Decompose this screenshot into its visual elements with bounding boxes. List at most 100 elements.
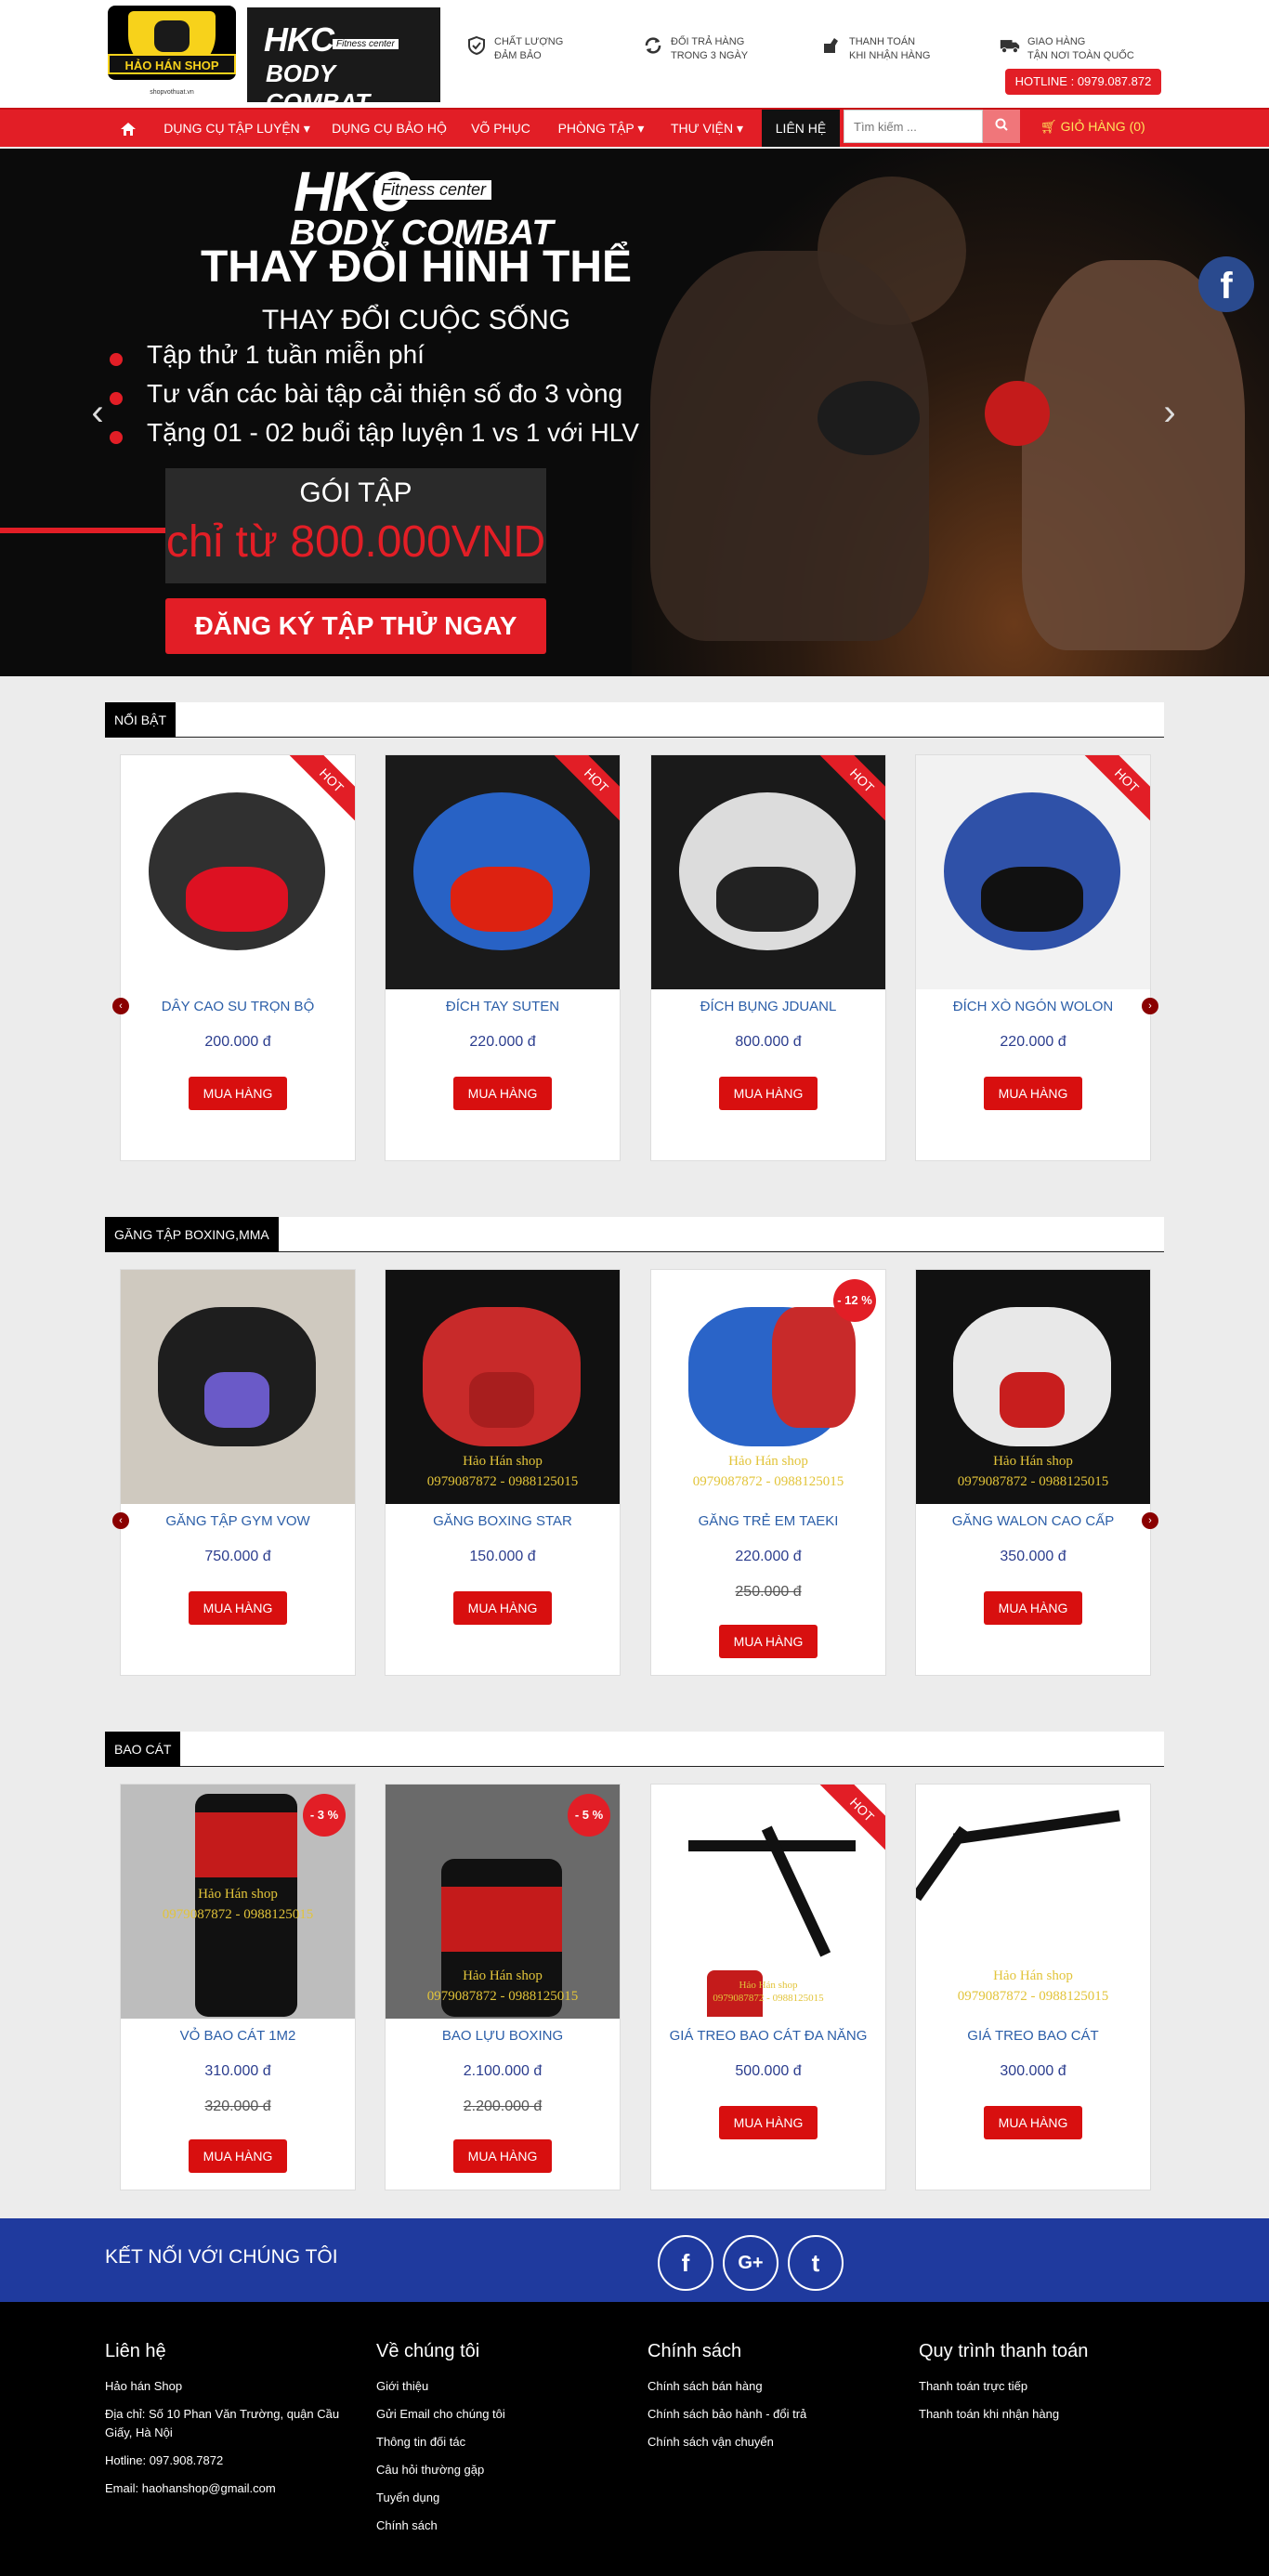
- product-card[interactable]: Hảo Hán shop 0979087872 - 0988125015 GIÁ T…: [915, 1784, 1151, 2190]
- footer-link[interactable]: Thanh toán trực tiếp: [919, 2377, 1179, 2396]
- footer-link[interactable]: Giới thiệu: [376, 2377, 636, 2396]
- search-button[interactable]: [983, 110, 1020, 143]
- product-card[interactable]: Hảo Hán shop 0979087872 - 0988125015 GĂNG …: [385, 1269, 621, 1676]
- hkc-logo[interactable]: HKC Fitness center BODY COMBAT: [247, 7, 440, 116]
- product-name[interactable]: ĐÍCH TAY SUTEN: [386, 999, 620, 1014]
- nav-label: VÕ PHỤC: [471, 121, 530, 136]
- product-image[interactable]: HOT: [121, 755, 355, 989]
- product-image[interactable]: HOT: [386, 755, 620, 989]
- product-price: 150.000 đ: [469, 1549, 536, 1564]
- cart-link[interactable]: 🛒︎ GIỎ HÀNG (0): [1040, 108, 1145, 145]
- buy-button[interactable]: MUA HÀNG: [453, 1591, 552, 1625]
- footer-link[interactable]: Câu hỏi thường gặp: [376, 2461, 636, 2479]
- slider-next-arrow[interactable]: ›: [1142, 1512, 1158, 1529]
- nav-dung-cu-tap-luyen[interactable]: DỤNG CỤ TẬP LUYỆN ▾: [156, 110, 318, 147]
- product-name[interactable]: GĂNG BOXING STAR: [386, 1513, 620, 1529]
- buy-button[interactable]: MUA HÀNG: [719, 1625, 818, 1658]
- search-input[interactable]: [844, 110, 983, 143]
- product-image[interactable]: Hảo Hán shop 0979087872 - 0988125015: [386, 1270, 620, 1504]
- product-image[interactable]: Hảo Hán shop 0979087872 - 0988125015 - 3 %: [121, 1785, 355, 2019]
- footer-link[interactable]: Chính sách bán hàng: [648, 2377, 908, 2396]
- product-name[interactable]: DÂY CAO SU TRỌN BỘ: [121, 999, 355, 1014]
- twitter-icon[interactable]: t: [788, 2235, 844, 2291]
- banner-price-box: GÓI TẬP chỉ từ 800.000VND: [165, 468, 546, 583]
- buy-button[interactable]: MUA HÀNG: [984, 1591, 1082, 1625]
- product-image[interactable]: Hảo Hán shop 0979087872 - 0988125015 - 5 %: [386, 1785, 620, 2019]
- footer-text: Hảo hán Shop: [105, 2379, 183, 2393]
- footer-link[interactable]: Thanh toán khi nhận hàng: [919, 2405, 1179, 2424]
- watermark-text: Hảo Hán shop: [993, 1968, 1073, 1983]
- buy-button[interactable]: MUA HÀNG: [984, 1077, 1082, 1110]
- home-icon[interactable]: [110, 110, 147, 147]
- product-price: 350.000 đ: [1000, 1549, 1066, 1564]
- product-image[interactable]: Hảo Hán shop 0979087872 - 0988125015 HOT: [651, 1785, 885, 2019]
- section-title[interactable]: BAO CÁT: [105, 1732, 181, 1767]
- product-name[interactable]: GĂNG WALON CAO CẤP: [916, 1513, 1150, 1529]
- footer-link[interactable]: Chính sách bảo hành - đổi trả: [648, 2405, 908, 2424]
- hero-banner[interactable]: HKC Fitness center BODY COMBAT THAY ĐỔI …: [0, 149, 1269, 676]
- footer-link[interactable]: Tuyển dụng: [376, 2489, 636, 2507]
- product-card[interactable]: Hảo Hán shop 0979087872 - 0988125015 - 3 %…: [120, 1784, 356, 2190]
- footer-col-title: Liên hệ: [105, 2341, 166, 2361]
- product-name[interactable]: GĂNG TẬP GYM VOW: [121, 1513, 355, 1529]
- product-name[interactable]: ĐÍCH BỤNG JDUANL: [651, 999, 885, 1014]
- product-image[interactable]: [121, 1270, 355, 1504]
- buy-button[interactable]: MUA HÀNG: [453, 1077, 552, 1110]
- product-card[interactable]: HOT ĐÍCH XÒ NGÓN WOLON 220.000 đ MUA HÀNG: [915, 754, 1151, 1161]
- product-image[interactable]: HOT: [651, 755, 885, 989]
- footer-link[interactable]: Thông tin đối tác: [376, 2433, 636, 2452]
- buy-button[interactable]: MUA HÀNG: [189, 1077, 287, 1110]
- product-card[interactable]: Hảo Hán shop 0979087872 - 0988125015 HOT GI…: [650, 1784, 886, 2190]
- product-image[interactable]: HOT: [916, 755, 1150, 989]
- product-name[interactable]: BAO LỰU BOXING: [386, 2028, 620, 2044]
- product-name[interactable]: VỎ BAO CÁT 1M2: [121, 2028, 355, 2044]
- section-title[interactable]: NỔI BẬT: [105, 702, 177, 738]
- product-card[interactable]: HOT ĐÍCH TAY SUTEN 220.000 đ MUA HÀNG: [385, 754, 621, 1161]
- product-image[interactable]: Hảo Hán shop 0979087872 - 0988125015 - 12 …: [651, 1270, 885, 1504]
- buy-button[interactable]: MUA HÀNG: [453, 2139, 552, 2173]
- logo-shop-name: HẢO HÁN SHOP: [108, 54, 236, 74]
- product-price: 220.000 đ: [469, 1034, 536, 1050]
- buy-button[interactable]: MUA HÀNG: [189, 1591, 287, 1625]
- banner-next-arrow[interactable]: ›: [1156, 392, 1184, 434]
- product-price: 220.000 đ: [735, 1549, 802, 1564]
- section-title[interactable]: GĂNG TẬP BOXING,MMA: [105, 1217, 279, 1252]
- nav-lien-he[interactable]: LIÊN HỆ: [762, 110, 840, 147]
- nav-dung-cu-bao-ho[interactable]: DỤNG CỤ BẢO HỘ: [327, 110, 451, 147]
- hotline-button[interactable]: HOTLINE : 0979.087.872: [1005, 69, 1161, 95]
- product-name[interactable]: GIÁ TREO BAO CÁT: [916, 2028, 1150, 2044]
- footer-link[interactable]: Gửi Email cho chúng tôi: [376, 2405, 636, 2424]
- nav-phong-tap[interactable]: PHÒNG TẬP ▾: [550, 110, 652, 147]
- product-card[interactable]: Hảo Hán shop 0979087872 - 0988125015 - 5 %…: [385, 1784, 621, 2190]
- facebook-icon[interactable]: f: [658, 2235, 713, 2291]
- buy-button[interactable]: MUA HÀNG: [719, 1077, 818, 1110]
- shield-icon: [466, 35, 487, 56]
- product-card[interactable]: Hảo Hán shop 0979087872 - 0988125015 GĂNG …: [915, 1269, 1151, 1676]
- product-name[interactable]: GĂNG TRẺ EM TAEKI: [651, 1513, 885, 1529]
- product-card[interactable]: Hảo Hán shop 0979087872 - 0988125015 - 12 …: [650, 1269, 886, 1676]
- nav-thu-vien[interactable]: THƯ VIỆN ▾: [661, 110, 752, 147]
- refresh-icon: [643, 35, 663, 56]
- buy-button[interactable]: MUA HÀNG: [984, 2106, 1082, 2139]
- product-name[interactable]: GIÁ TREO BAO CÁT ĐA NĂNG: [651, 2028, 885, 2044]
- banner-register-button[interactable]: ĐĂNG KÝ TẬP THỬ NGAY: [165, 598, 546, 654]
- footer-link[interactable]: Chính sách vận chuyển: [648, 2433, 908, 2452]
- slider-prev-arrow[interactable]: ‹: [112, 1512, 129, 1529]
- footer-col-about: Về chúng tôi Giới thiệu Gửi Email cho ch…: [376, 2341, 636, 2544]
- banner-prev-arrow[interactable]: ‹: [84, 392, 111, 434]
- slider-next-arrow[interactable]: ›: [1142, 998, 1158, 1014]
- google-plus-icon[interactable]: G+: [723, 2235, 778, 2291]
- facebook-float-icon[interactable]: f: [1198, 256, 1254, 312]
- product-card[interactable]: GĂNG TẬP GYM VOW 750.000 đ MUA HÀNG: [120, 1269, 356, 1676]
- buy-button[interactable]: MUA HÀNG: [189, 2139, 287, 2173]
- product-card[interactable]: HOT ĐÍCH BỤNG JDUANL 800.000 đ MUA HÀNG: [650, 754, 886, 1161]
- product-name[interactable]: ĐÍCH XÒ NGÓN WOLON: [916, 999, 1150, 1014]
- footer-link[interactable]: Chính sách: [376, 2517, 636, 2535]
- product-image[interactable]: Hảo Hán shop 0979087872 - 0988125015: [916, 1270, 1150, 1504]
- haohan-shop-logo[interactable]: HẢO HÁN SHOP: [108, 6, 236, 80]
- product-card[interactable]: HOT DÂY CAO SU TRỌN BỘ 200.000 đ MUA HÀNG: [120, 754, 356, 1161]
- buy-button[interactable]: MUA HÀNG: [719, 2106, 818, 2139]
- nav-vo-phuc[interactable]: VÕ PHỤC: [461, 110, 541, 147]
- product-image[interactable]: Hảo Hán shop 0979087872 - 0988125015: [916, 1785, 1150, 2019]
- slider-prev-arrow[interactable]: ‹: [112, 998, 129, 1014]
